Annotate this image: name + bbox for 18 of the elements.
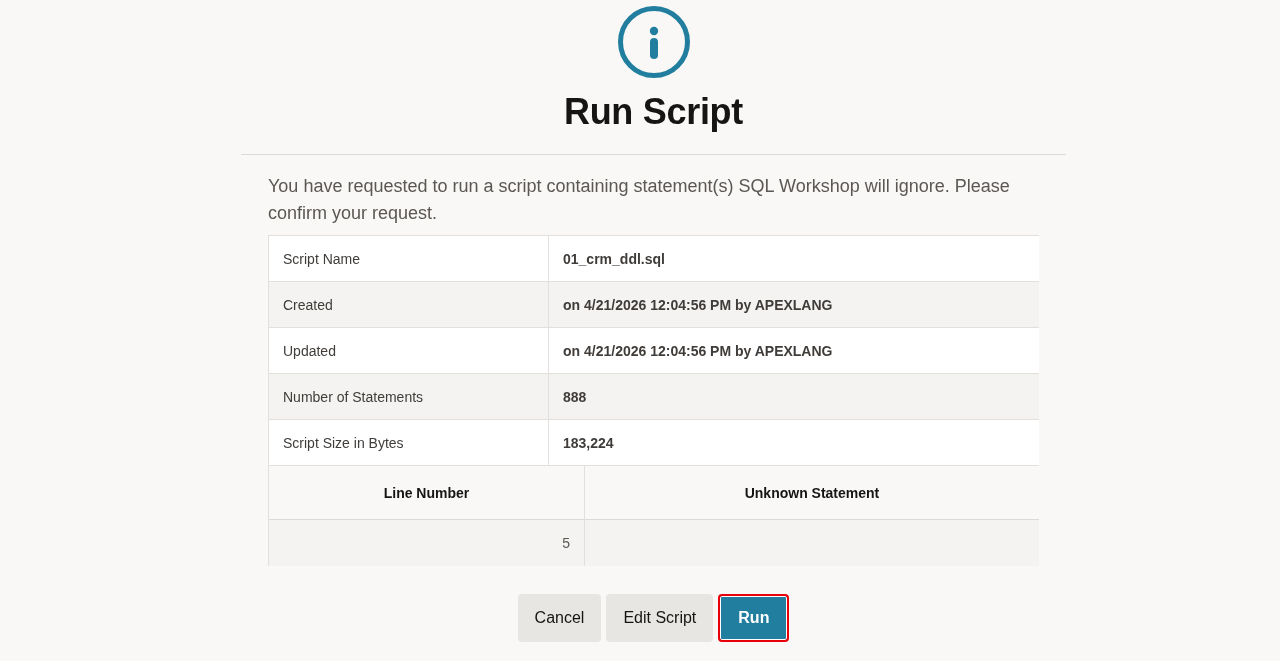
table-cell: 5 xyxy=(269,520,585,566)
detail-label: Script Size in Bytes xyxy=(269,420,549,466)
detail-label: Script Name xyxy=(269,236,549,282)
detail-label: Updated xyxy=(269,328,549,374)
column-header: Line Number xyxy=(269,466,585,520)
run-button[interactable]: Run xyxy=(718,594,790,642)
detail-label: Number of Statements xyxy=(269,374,549,420)
detail-label: Created xyxy=(269,282,549,328)
dialog-button[interactable]: Cancel xyxy=(517,594,602,642)
detail-value: 01_crm_ddl.sql xyxy=(549,236,1039,282)
detail-value: on 4/21/2026 12:04:56 PM by APEXLANG xyxy=(549,282,1039,328)
message-text: You have requested to run a script containing statement(s) SQL Workshop will ignore. Please confirm your request. xyxy=(268,175,1011,225)
detail-value: 888 xyxy=(549,374,1039,420)
detail-value: on 4/21/2026 12:04:56 PM by APEXLANG xyxy=(549,328,1039,374)
dialog-button[interactable]: Edit Script xyxy=(606,594,714,642)
info-icon xyxy=(617,6,690,78)
dialog-title: Run Script xyxy=(564,90,743,134)
detail-value: 183,224 xyxy=(549,420,1039,466)
